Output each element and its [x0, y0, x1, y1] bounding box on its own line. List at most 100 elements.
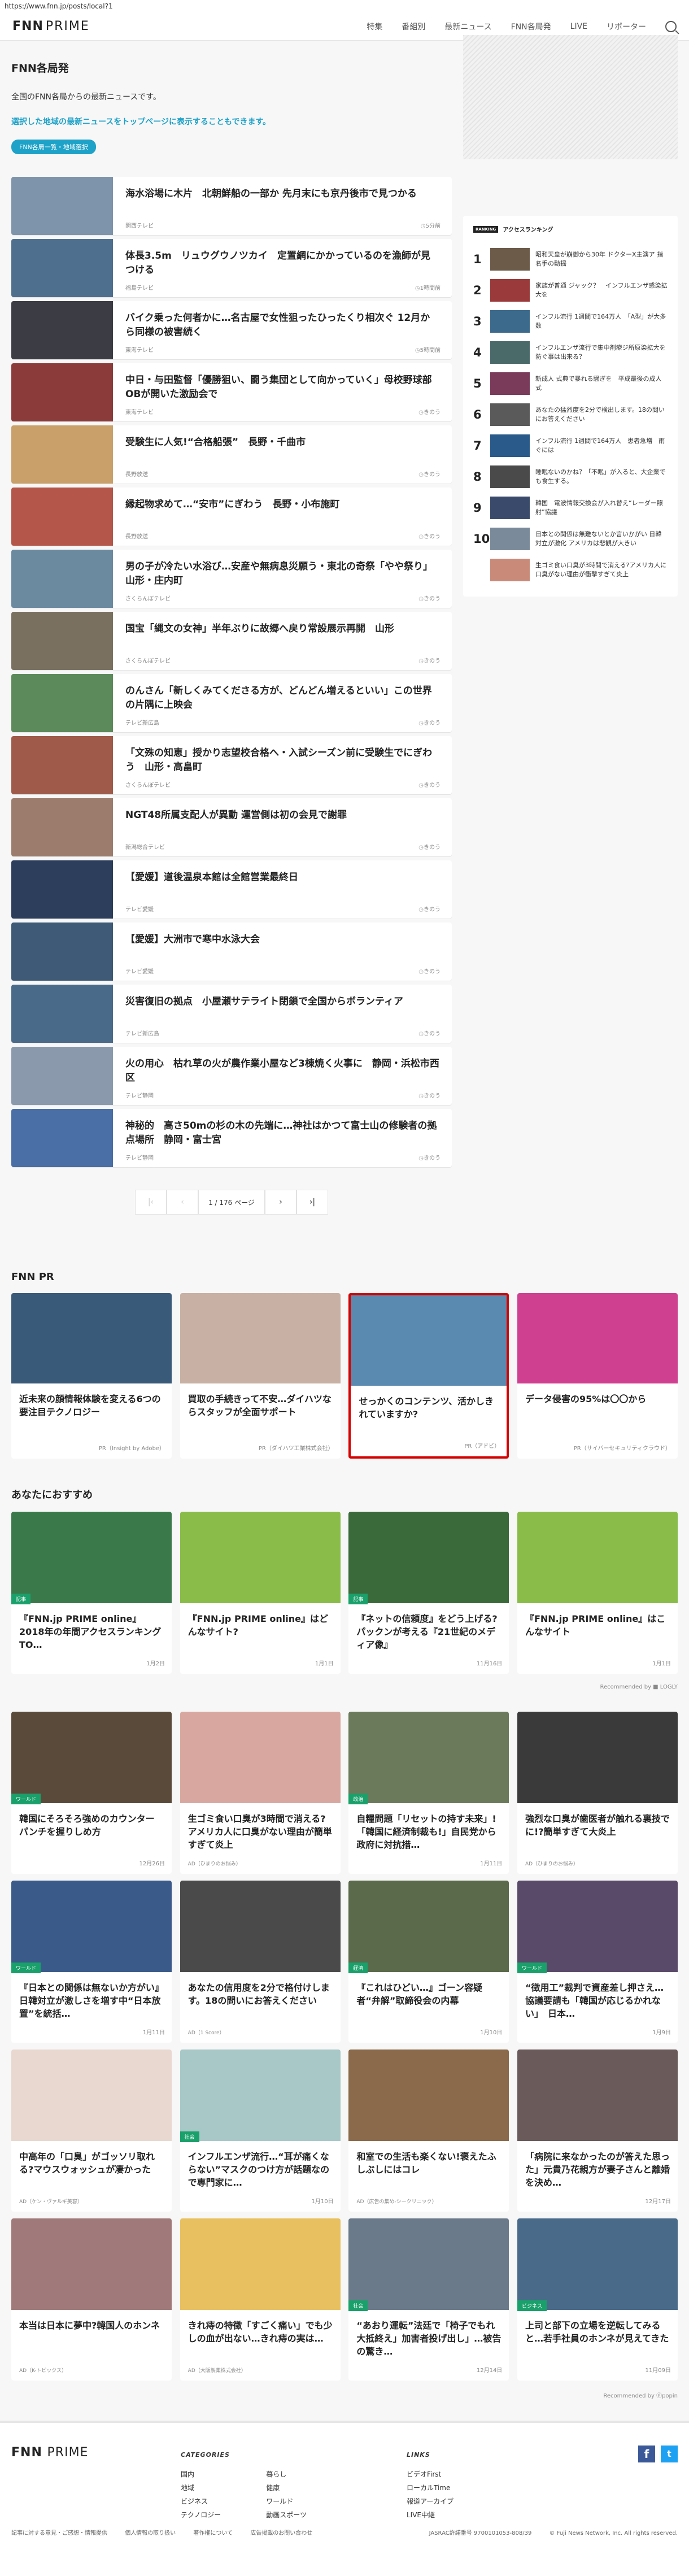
article-card[interactable]: 体長3.5m リュウグウノツカイ 定置網にかかっているのを漁師が見つける 福島テレ… — [11, 239, 452, 297]
article-time: きのう — [418, 407, 441, 416]
search-icon[interactable] — [665, 20, 677, 32]
article-card[interactable]: 国宝「縄文の女神」半年ぶりに故郷へ戻り常設展示再開 山形さくらんぼテレビ きのう — [11, 612, 452, 670]
recommend-card[interactable]: 経済 『これはひどい…』ゴーン容疑者“弁解”取締役会の内幕 1月10日 — [348, 1881, 509, 2043]
ranking-item[interactable]: 4 インフルエンザ流行で集中剤療ジ所原染拡大を防ぐ事は出来る？ — [473, 337, 668, 368]
article-card[interactable]: バイク乗った何者かに…名古屋で女性狙ったひったくり相次ぐ 12月から同様の被害続… — [11, 301, 452, 359]
ad-card[interactable]: 和室での生活も楽くない!褒えたふしぶしにはコレ AD（広告の集め-シークリニック） — [348, 2050, 509, 2212]
recommend-card[interactable]: 社会 インフルエンザ流行…“耳が痛くならない”マスクのつけ方が話題なので専門家に…… — [180, 2050, 341, 2212]
article-thumbnail — [11, 550, 113, 608]
nav-item-local[interactable]: FNN各局発 — [511, 21, 551, 32]
ranking-item[interactable]: 6 あなたの猛烈度を2分で検出します。18の問いにお答えください — [473, 399, 668, 430]
article-time: きのう — [418, 780, 441, 789]
ad-card[interactable]: あなたの信用度を2分で格付けします。18の問いにお答えください AD（1 Scor… — [180, 1881, 341, 2043]
ranking-item[interactable]: 3 インフル流行 1週間で164万人 「A型」が大多数 — [473, 306, 668, 337]
ad-card[interactable]: きれ痔の特徴「すごく痛い」でも少しの血が出ない…きれ痔の実は… AD（大阪製薬株式… — [180, 2218, 341, 2381]
footer-bottom-link[interactable]: 記事に対する意見・ご感想・情報提供 — [11, 2530, 107, 2536]
article-card[interactable]: 「文殊の知恵」授かり志望校合格へ・入試シーズン前に受験生でにぎわう 山形・高畠町… — [11, 736, 452, 794]
footer-link[interactable]: ワールド — [266, 2495, 307, 2508]
region-settings-link[interactable]: 選択した地域の最新ニュースをトップページに表示することもできます。 — [11, 116, 452, 127]
article-card[interactable]: NGT48所属支配人が異動 運営側は初の会見で謝罪新潟総合テレビ きのう — [11, 798, 452, 856]
article-card[interactable]: 海水浴場に木片 北朝鮮船の一部か 先月末にも京丹後市で見つかる関西テレビ 5分前 — [11, 177, 452, 235]
ranking-item[interactable]: 5 新成人 式典で暴れる騒ぎを 平成最後の成人式 — [473, 368, 668, 399]
article-card[interactable]: 中日・与田監督「優勝狙い、闘う集団として向かっていく」母校野球部OBが開いた激励… — [11, 363, 452, 421]
recommend-card[interactable]: ワールド 韓国にそろそろ強めのカウンターパンチを握りしめ方 12月26日 — [11, 1712, 172, 1874]
nav-item-live[interactable]: LIVE — [570, 22, 587, 31]
ad-card[interactable]: 本当は日本に夢中?韓国人のホンネ AD（K-トピックス） — [11, 2218, 172, 2381]
recommended-by-logly[interactable]: Recommended by ■ LOGLY — [11, 1684, 678, 1690]
recommend-card[interactable]: 「病院に来なかったのが答えた思った」元貴乃花親方が妻子さんと離婚を決め… 12月1… — [517, 2050, 678, 2212]
pr-card[interactable]: せっかくのコンテンツ、活かしきれていますか? PR（アドビ） — [348, 1293, 509, 1459]
article-card[interactable]: 神秘的 高さ50mの杉の木の先端に…神社はかつて富士山の修験者の拠点場所 静岡・… — [11, 1109, 452, 1167]
recommend-card[interactable]: 『FNN.jp PRIME online』はどんなサイト? 1月1日 — [180, 1512, 341, 1674]
last-page-button[interactable]: ›| — [296, 1190, 328, 1215]
site-logo[interactable]: FNN PRIME — [12, 19, 90, 33]
article-source: 福島テレビ — [125, 285, 154, 291]
pr-card[interactable]: 近未来の顔情報体験を変える6つの要注目テクノロジー PR（Insight by A… — [11, 1293, 172, 1459]
footer-links: LINKS ビデオFirst ローカルTime 報道アーカイブ LIVE中継 — [407, 2451, 499, 2522]
recommend-card[interactable]: 記事 『FNN.jp PRIME online』2018年の年間アクセスランキング… — [11, 1512, 172, 1674]
twitter-icon[interactable]: t — [661, 2446, 678, 2462]
nav-item-tokushu[interactable]: 特集 — [367, 21, 382, 32]
footer-link[interactable]: 動画スポーツ — [266, 2508, 307, 2522]
footer-bottom-link[interactable]: 個人情報の取り扱い — [125, 2530, 176, 2536]
prev-page-button[interactable]: ‹ — [167, 1190, 198, 1215]
article-time: きのう — [418, 1153, 441, 1161]
footer-logo[interactable]: FNN PRIME — [11, 2446, 88, 2460]
recommend-card[interactable]: 社会 “あおり運転”法廷で「椅子でもれ大抵終え」加害者投げ出し」…被告の驚き… 12… — [348, 2218, 509, 2381]
article-card[interactable]: 火の用心 枯れ草の火が農作業小屋など3棟焼く火事に 静岡・浜松市西区テレビ静岡 き… — [11, 1047, 452, 1105]
ranking-thumbnail — [490, 372, 530, 395]
ranking-item[interactable]: 7 インフル流行 1週間で164万人 患者急増 雨ぐには — [473, 430, 668, 461]
recommend-card[interactable]: 記事 『ネットの信頼度』をどう上げる? パックンが考える『21世紀のメディア像』 1… — [348, 1512, 509, 1674]
ranking-item[interactable]: 2 家族が普通 ジャック？ インフルエンザ感染拡大を — [473, 275, 668, 306]
footer-link[interactable]: ビデオFirst — [407, 2468, 453, 2481]
ad-card[interactable]: 生ゴミ食い口臭が3時間で消える?アメリカ人に口臭がない理由が簡単すぎて炎上 AD（… — [180, 1712, 341, 1874]
ad-card[interactable]: 中高年の「口臭」がゴッソリ取れる?マウスウォッシュが凄かった AD（ケン・ヴァルギ… — [11, 2050, 172, 2212]
browser-url-bar[interactable]: https://www.fnn.jp/posts/local?1 — [0, 0, 689, 12]
pr-card[interactable]: 買取の手続きって不安…ダイハツならスタッフが全面サポート PR（ダイハツ工業株式会… — [180, 1293, 341, 1459]
footer-bottom-link[interactable]: 著作権について — [193, 2530, 233, 2536]
region-select-button[interactable]: FNN各局一覧・地域選択 — [11, 140, 96, 154]
footer-link[interactable]: テクノロジー — [181, 2508, 221, 2522]
article-card[interactable]: 【愛媛】大洲市で寒中水泳大会テレビ愛媛 きのう — [11, 923, 452, 981]
nav-item-reporter[interactable]: リポーター — [607, 21, 646, 32]
recommend-grid-top: 記事 『FNN.jp PRIME online』2018年の年間アクセスランキング… — [11, 1512, 678, 1681]
pr-card[interactable]: データ侵害の95%は〇〇から PR（サイバーセキュリティクラウド） — [517, 1293, 678, 1459]
article-card[interactable]: 受験生に人気!“合格船張” 長野・千曲市長野放送 きのう — [11, 425, 452, 484]
recommend-card[interactable]: ワールド 『日本との関係は無ないか方がい』日韓対立が激しさを増す中“日本放置”を統… — [11, 1881, 172, 2043]
recommend-card[interactable]: 政治 自糧問題「リセットの持す未来」!「韓国に経済制裁も!」自民党から政府に対抗措… — [348, 1712, 509, 1874]
article-card[interactable]: 男の子が冷たい水浴び…安産や無病息災願う・東北の奇祭「やや祭り」 山形・庄内町さ… — [11, 550, 452, 608]
ranking-thumbnail — [490, 247, 530, 271]
footer-link[interactable]: LIVE中継 — [407, 2508, 453, 2522]
ranking-item[interactable]: 8 睡眠ないのかね？「不眠」が入ると、大企業でも食生する。 — [473, 461, 668, 492]
footer-link[interactable]: 健康 — [266, 2481, 307, 2495]
recommend-card[interactable]: 『FNN.jp PRIME online』はこんなサイト 1月1日 — [517, 1512, 678, 1674]
recommended-by-popin[interactable]: Recommended by ⓟpopin — [11, 2391, 678, 2399]
ranking-item[interactable]: 10 日本との関係は無難ないとか言いかがい 日韓対立が激化 アメリカは悲観が大きい — [473, 523, 668, 554]
ad-card[interactable]: 強烈な口臭が歯医者が触れる裏技でに!?簡単すぎて大炎上 AD（ひまりのお悩み） — [517, 1712, 678, 1874]
next-page-button[interactable]: › — [265, 1190, 296, 1215]
article-card[interactable]: 災害復旧の拠点 小屋瀬サテライト閉鎖で全国からボランティアテレビ新広島 きのう — [11, 985, 452, 1043]
nav-item-programs[interactable]: 番組別 — [402, 21, 425, 32]
ranking-title: 生ゴミ食い口臭が3時間で消える?アメリカ人に口臭がない理由が衝撃すぎて炎上 — [535, 562, 666, 578]
recommend-card[interactable]: ワールド “徴用工”裁判で資産差し押さえ…協議要請も「韓国が応じるかれない」 日本… — [517, 1881, 678, 2043]
article-card[interactable]: 縁起物求めて…“安市”にぎわう 長野・小布施町長野放送 きのう — [11, 488, 452, 546]
article-card[interactable]: のんさん「新しくみてくださる方が、どんどん増えるといい」この世界の片隅に上映会テ… — [11, 674, 452, 732]
category-label: ビジネス — [517, 2300, 547, 2311]
article-card[interactable]: 【愛媛】道後温泉本館は全館営業最終日テレビ愛媛 きのう — [11, 860, 452, 919]
footer-bottom-link[interactable]: 広告掲載のお問い合わせ — [250, 2530, 312, 2536]
ranking-thumbnail — [490, 310, 530, 333]
footer-link[interactable]: ローカルTime — [407, 2481, 453, 2495]
footer-link[interactable]: 国内 — [181, 2468, 221, 2481]
footer-link[interactable]: 報道アーカイブ — [407, 2495, 453, 2508]
first-page-button[interactable]: |‹ — [135, 1190, 167, 1215]
ranking-item[interactable]: 1 昭和天皇が崩御から30年 ドクターX主演ア 指名手の動揺 — [473, 243, 668, 275]
footer-link[interactable]: ビジネス — [181, 2495, 221, 2508]
facebook-icon[interactable]: f — [638, 2446, 655, 2462]
recommend-card[interactable]: ビジネス 上司と部下の立場を逆転してみると…若手社員のホンネが見えてきた 11月09… — [517, 2218, 678, 2381]
nav-item-latest[interactable]: 最新ニュース — [444, 21, 491, 32]
ranking-item[interactable]: 9 韓国 電波情報交換会が入れ替え“レーダー照射”協議 — [473, 492, 668, 523]
footer-link[interactable]: 地域 — [181, 2481, 221, 2495]
article-title: 中日・与田監督「優勝狙い、闘う集団として向かっていく」母校野球部OBが開いた激励… — [125, 375, 432, 400]
footer-link[interactable]: 暮らし — [266, 2468, 307, 2481]
ranking-item[interactable]: 生ゴミ食い口臭が3時間で消える?アメリカ人に口臭がない理由が衝撃すぎて炎上 — [473, 554, 668, 585]
